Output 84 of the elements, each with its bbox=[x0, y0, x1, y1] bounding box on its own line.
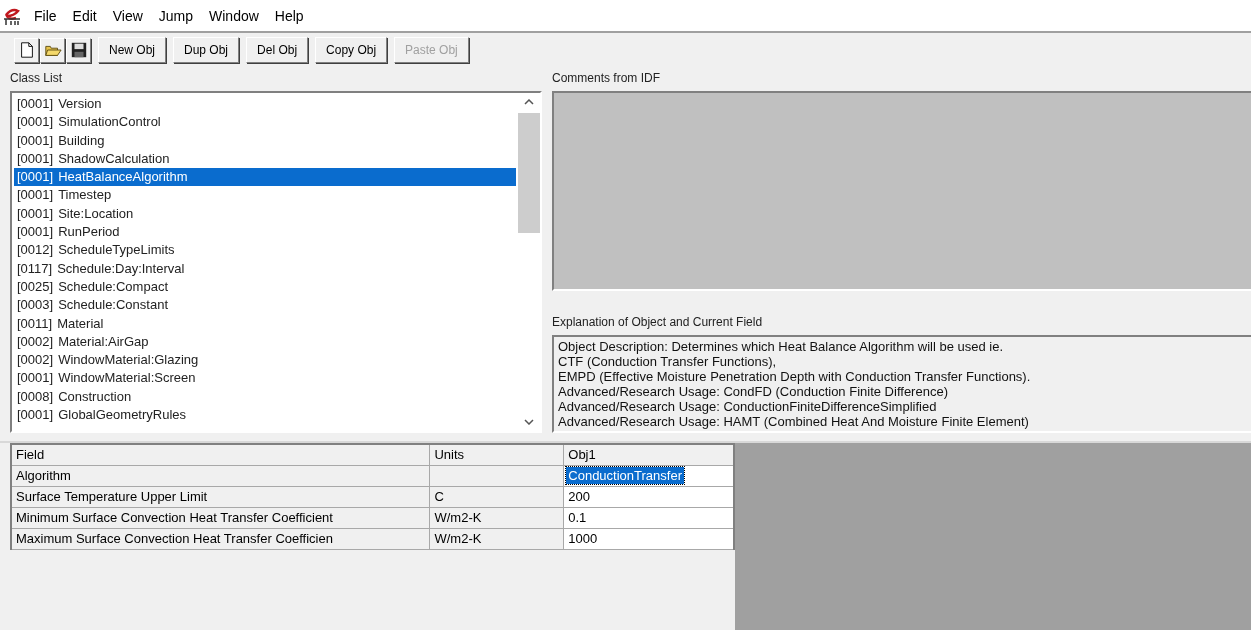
menu-item[interactable]: Edit bbox=[64, 7, 105, 24]
class-list-item[interactable]: [0001] WindowMaterial:Screen bbox=[14, 369, 516, 388]
open-folder-button[interactable] bbox=[40, 37, 65, 63]
class-list-item[interactable]: [0002] WindowMaterial:Glazing bbox=[14, 351, 516, 370]
field-name-cell: Algorithm bbox=[11, 465, 430, 486]
column-header[interactable]: Obj1 bbox=[563, 444, 734, 465]
class-list-item[interactable]: [0008] Construction bbox=[14, 387, 516, 407]
class-list-item[interactable]: [0011] Material bbox=[14, 314, 516, 333]
class-name: Schedule:Constant bbox=[58, 296, 168, 315]
class-list-item[interactable]: [0025] Schedule:Compact bbox=[14, 277, 516, 297]
object-count: [0002] bbox=[17, 332, 54, 351]
object-count: [0001] bbox=[17, 113, 54, 132]
class-name: Material bbox=[57, 314, 104, 333]
object-count: [0001] bbox=[17, 223, 54, 242]
field-name-cell: Surface Temperature Upper Limit bbox=[11, 486, 430, 507]
column-header[interactable]: Field bbox=[11, 444, 430, 465]
object-count: [0001] bbox=[17, 149, 54, 168]
new-file-button[interactable] bbox=[14, 37, 39, 63]
class-name: Material:AirGap bbox=[58, 332, 149, 351]
save-disk-button[interactable] bbox=[66, 37, 91, 63]
object-count: [0001] bbox=[17, 168, 54, 187]
object-count: [0025] bbox=[17, 277, 54, 296]
object-count: [0117] bbox=[17, 259, 53, 278]
class-list-item[interactable]: [0001] RunPeriod bbox=[14, 223, 516, 242]
class-list-item[interactable]: [0001] Timestep bbox=[14, 186, 516, 205]
field-name-cell: Minimum Surface Convection Heat Transfer Coefficient bbox=[11, 507, 430, 528]
toolbar-button[interactable]: Copy Obj bbox=[315, 37, 388, 63]
object-count: [0008] bbox=[17, 387, 54, 406]
class-name: ScheduleTypeLimits bbox=[58, 241, 175, 260]
class-name: Site:Location bbox=[58, 204, 134, 223]
class-name: Schedule:Compact bbox=[58, 277, 168, 296]
toolbar-button[interactable]: New Obj bbox=[98, 37, 166, 63]
explanation-text: Object Description: Determines which Heat Balance Algorithm will be used ie. bbox=[558, 339, 1005, 354]
class-list-item[interactable]: [0002] Material:AirGap bbox=[14, 332, 516, 352]
explanation-text: Advanced/Research Usage: CondFD (Conduction Finite Difference) bbox=[558, 384, 949, 399]
class-list-item[interactable]: [0001] Site:Location bbox=[14, 204, 516, 224]
class-name: GlobalGeometryRules bbox=[58, 406, 187, 425]
class-name: SimulationControl bbox=[58, 113, 161, 132]
explanation-text: Advanced/Research Usage: ConductionFiniteDifferenceSimplified bbox=[558, 399, 938, 414]
column-header[interactable]: Units bbox=[429, 444, 564, 465]
class-list-item[interactable]: [0001] ShadowCalculation bbox=[14, 149, 516, 169]
menu-item[interactable]: File bbox=[26, 7, 65, 24]
class-name: Schedule:Day:Interval bbox=[57, 259, 185, 278]
toolbar-button[interactable]: Dup Obj bbox=[173, 37, 240, 63]
object-count: [0012] bbox=[17, 241, 54, 260]
explanation-text: CTF (Conduction Transfer Functions), bbox=[558, 354, 778, 369]
object-count: [0001] bbox=[17, 95, 54, 113]
object-count: [0001] bbox=[17, 131, 54, 150]
class-list-item[interactable]: [0001] SimulationControl bbox=[14, 113, 516, 132]
explanation-text: Advanced/Research Usage: HAMT (Combined Heat And Moisture Finite Element) bbox=[558, 414, 1030, 429]
menu-item[interactable]: View bbox=[104, 7, 151, 24]
field-name-cell: Maximum Surface Convection Heat Transfer Coefficien bbox=[11, 528, 430, 549]
class-list-item[interactable]: [0001] Version bbox=[14, 95, 516, 114]
class-name: WindowMaterial:Screen bbox=[58, 369, 196, 388]
class-list-item[interactable]: [0001] Building bbox=[14, 131, 516, 150]
class-name: Construction bbox=[58, 387, 132, 406]
class-name: Version bbox=[58, 95, 102, 113]
object-count: [0001] bbox=[17, 369, 54, 388]
object-count: [0003] bbox=[17, 296, 54, 315]
explanation-label: Explanation of Object and Current Field bbox=[552, 314, 764, 331]
class-list-item[interactable]: [0117] Schedule:Day:Interval bbox=[14, 259, 516, 278]
class-name: Building bbox=[58, 131, 105, 150]
explanation-text: EMPD (Effective Moisture Penetration Depth with Conduction Transfer Functions). bbox=[558, 369, 1032, 384]
menu-item[interactable]: Jump bbox=[150, 7, 201, 24]
class-name: HeatBalanceAlgorithm bbox=[58, 168, 188, 187]
class-list-item[interactable]: [0003] Schedule:Constant bbox=[14, 296, 516, 315]
comments-label: Comments from IDF bbox=[552, 70, 661, 87]
class-list-item[interactable]: [0001] GlobalGeometryRules bbox=[14, 406, 516, 425]
object-count: [0001] bbox=[17, 186, 54, 205]
toolbar-button[interactable]: Del Obj bbox=[246, 37, 309, 63]
object-count: [0002] bbox=[17, 351, 54, 370]
class-list-label: Class List bbox=[10, 70, 63, 87]
object-count: [0011] bbox=[17, 314, 53, 333]
class-name: Timestep bbox=[58, 186, 112, 205]
object-count: [0001] bbox=[17, 204, 54, 223]
class-name: WindowMaterial:Glazing bbox=[58, 351, 199, 370]
class-name: RunPeriod bbox=[58, 223, 120, 242]
class-list-item[interactable]: [0001] HeatBalanceAlgorithm bbox=[14, 168, 516, 187]
menu-item[interactable]: Help bbox=[266, 7, 312, 24]
object-count: [0001] bbox=[17, 406, 54, 425]
scroll-thumb[interactable] bbox=[518, 113, 540, 233]
class-name: ShadowCalculation bbox=[58, 149, 170, 168]
class-list-item[interactable]: [0012] ScheduleTypeLimits bbox=[14, 241, 516, 260]
menu-item[interactable]: Window bbox=[201, 7, 267, 24]
